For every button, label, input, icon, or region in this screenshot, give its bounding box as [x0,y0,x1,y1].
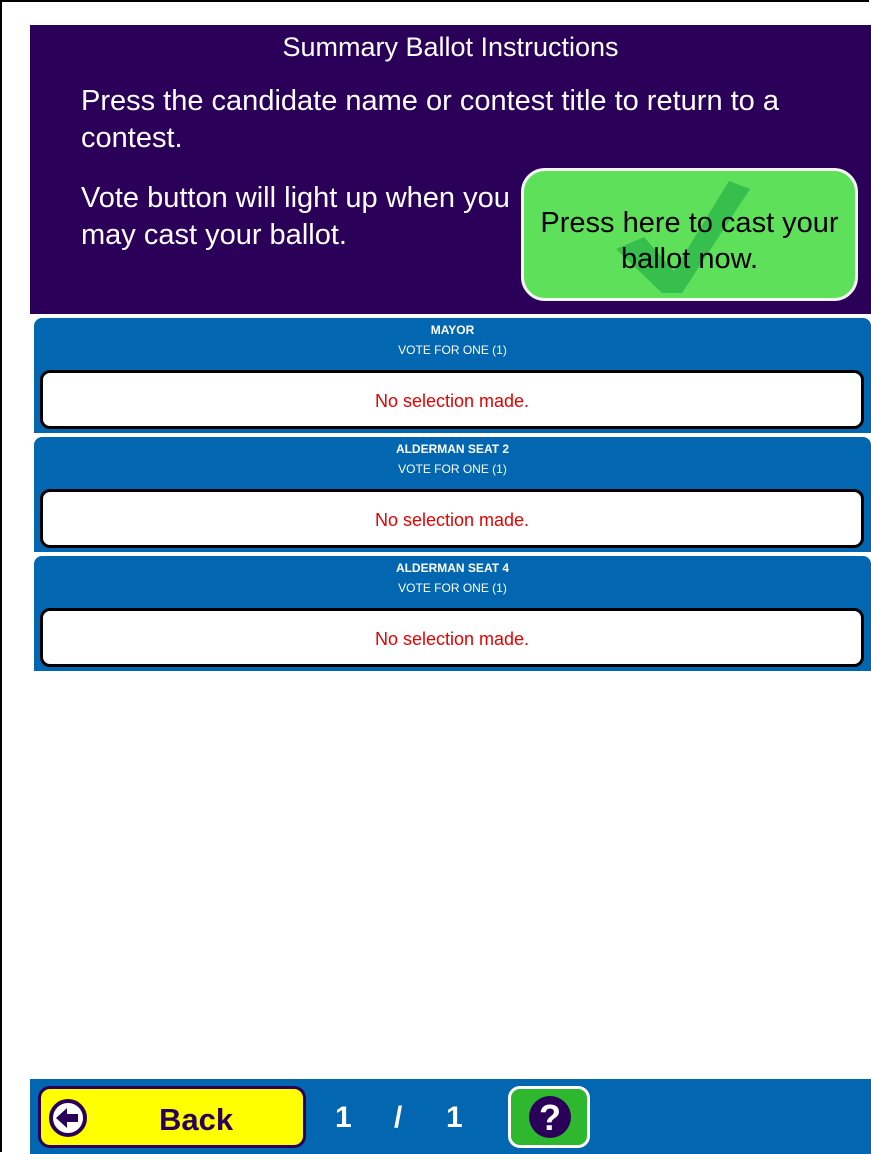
contest-title[interactable]: MAYOR [34,323,871,337]
contest-vote-for: VOTE FOR ONE (1) [398,581,507,595]
back-button[interactable]: Back [38,1086,306,1148]
instruction-return-to-contest: Press the candidate name or contest titl… [81,85,779,154]
page-separator: / [394,1101,403,1134]
contest-selection[interactable]: No selection made. [40,489,864,548]
instruction-vote-button: Vote button will light up when you may c… [81,182,510,251]
contest-selection[interactable]: No selection made. [40,370,864,429]
cast-ballot-button[interactable]: Press here to cast your ballot now. [521,168,858,301]
cast-button-label: Press here to cast your ballot now. [540,207,839,275]
selection-status: No selection made. [374,629,530,649]
question-mark-icon: ? [529,1096,571,1138]
contest-alderman-seat-2[interactable]: ALDERMAN SEAT 2 VOTE FOR ONE (1) No sele… [34,437,871,552]
back-button-label: Back [159,1102,234,1137]
contest-vote-for: VOTE FOR ONE (1) [398,343,507,357]
contest-vote-for: VOTE FOR ONE (1) [398,462,507,476]
header-title: Summary Ballot Instructions [282,32,619,62]
selection-status: No selection made. [374,391,530,411]
svg-text:?: ? [539,1097,561,1138]
current-page-number: 1 [335,1101,352,1134]
contest-title[interactable]: ALDERMAN SEAT 2 [34,442,871,456]
contest-alderman-seat-4[interactable]: ALDERMAN SEAT 4 VOTE FOR ONE (1) No sele… [34,556,871,671]
contest-title[interactable]: ALDERMAN SEAT 4 [34,561,871,575]
selection-status: No selection made. [374,510,530,530]
back-arrow-icon [49,1099,87,1137]
navigation-footer: Back 1 / 1 ? [30,1079,871,1154]
total-pages-number: 1 [446,1101,463,1134]
contest-list: MAYOR VOTE FOR ONE (1) No selection made… [34,318,871,675]
help-button[interactable]: ? [508,1086,590,1148]
instructions-header: Summary Ballot Instructions Press the ca… [30,25,871,314]
contest-selection[interactable]: No selection made. [40,608,864,667]
contest-mayor[interactable]: MAYOR VOTE FOR ONE (1) No selection made… [34,318,871,433]
